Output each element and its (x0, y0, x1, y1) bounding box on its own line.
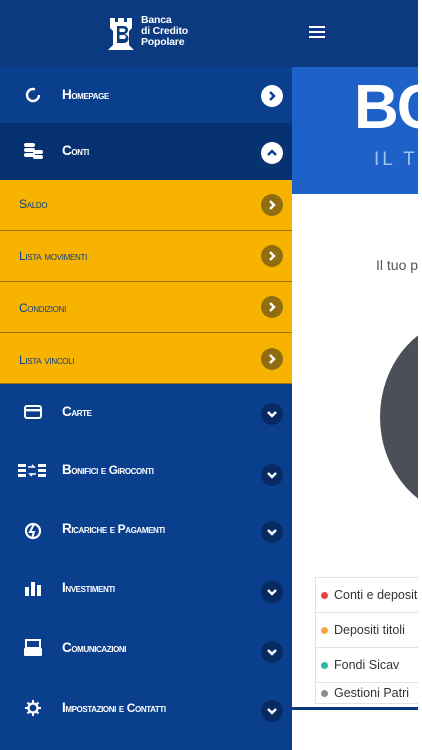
menu-item-homepage[interactable]: Homepage (0, 67, 292, 123)
chevron-down-icon[interactable] (261, 581, 283, 603)
bar-chart-icon (25, 582, 41, 596)
submenu-item-label: Saldo (19, 197, 48, 211)
portfolio-legend: Conti e deposit Depositi titoli Fondi Si… (315, 577, 418, 704)
legend-dot (321, 662, 328, 670)
menu-item-ricariche[interactable]: Ricariche e Pagamenti (0, 502, 292, 561)
menu-item-label: Ricariche e Pagamenti (62, 521, 165, 536)
menu-item-investimenti[interactable]: Investimenti (0, 561, 292, 620)
menu-item-label: Carte (62, 404, 92, 419)
chevron-down-icon[interactable] (261, 464, 283, 486)
top-bar: Banca di Credito Popolare (0, 0, 418, 67)
recharge-icon (24, 522, 42, 540)
portfolio-intro: Il tuo p (376, 257, 418, 273)
bank-name: Banca di Credito Popolare (141, 15, 188, 48)
chevron-right-icon[interactable] (261, 348, 283, 370)
chevron-down-icon[interactable] (261, 403, 283, 425)
bank-name-line: Popolare (141, 36, 185, 48)
portfolio-donut-chart (380, 317, 418, 517)
chevron-down-icon[interactable] (261, 641, 283, 663)
castle-logo-icon (108, 18, 134, 50)
menu-item-label: Bonifici e Giroconti (62, 462, 154, 477)
menu-item-impostazioni[interactable]: Impostazioni e Contatti (0, 679, 292, 738)
submenu-item-lista-movimenti[interactable]: Lista movimenti (0, 231, 292, 282)
legend-label: Gestioni Patri (334, 686, 410, 700)
content-bottom-border (292, 707, 418, 710)
legend-dot (321, 592, 328, 600)
menu-item-label: Conti (62, 143, 89, 158)
main-content: BC IL TU Il tuo p Conti e deposit Deposi… (292, 67, 418, 707)
chevron-right-icon[interactable] (261, 245, 283, 267)
hero-banner: BC IL TU (292, 67, 418, 194)
chevron-right-icon[interactable] (261, 194, 283, 216)
legend-dot (321, 627, 328, 635)
submenu-item-condizioni[interactable]: Condizioni (0, 282, 292, 333)
side-menu: Homepage Conti Saldo Lista movimenti Con… (0, 67, 292, 750)
submenu-item-label: Lista movimenti (19, 249, 88, 263)
menu-item-bonifici[interactable]: Bonifici e Giroconti (0, 443, 292, 502)
chevron-down-icon[interactable] (261, 700, 283, 722)
legend-label: Conti e deposit (334, 588, 418, 602)
legend-dot (321, 690, 328, 698)
bank-logo[interactable]: Banca di Credito Popolare (104, 14, 214, 56)
hero-title: BC (354, 73, 418, 142)
chevron-right-icon[interactable] (261, 296, 283, 318)
legend-item: Conti e deposit (315, 578, 418, 613)
chevron-down-icon[interactable] (261, 521, 283, 543)
menu-item-comunicazioni[interactable]: Comunicazioni (0, 620, 292, 679)
submenu-item-label: Lista vincoli (19, 353, 75, 367)
menu-item-label: Homepage (62, 87, 109, 102)
gear-icon (25, 700, 41, 716)
hero-subtitle: IL TU (374, 149, 418, 170)
app-frame: BC IL TU Il tuo p Conti e deposit Deposi… (0, 0, 422, 750)
legend-item: Fondi Sicav (315, 648, 418, 683)
hamburger-menu-icon[interactable] (309, 26, 325, 38)
legend-label: Fondi Sicav (334, 658, 400, 672)
menu-item-conti[interactable]: Conti (0, 123, 292, 180)
menu-item-carte[interactable]: Carte (0, 384, 292, 443)
submenu-item-lista-vincoli[interactable]: Lista vincoli (0, 333, 292, 384)
legend-item: Depositi titoli (315, 613, 418, 648)
legend-item: Gestioni Patri (315, 683, 418, 704)
menu-item-label: Impostazioni e Contatti (62, 700, 166, 715)
card-icon (24, 405, 42, 419)
chevron-up-icon[interactable] (261, 142, 283, 164)
refresh-icon (25, 87, 41, 103)
submenu-item-saldo[interactable]: Saldo (0, 180, 292, 231)
legend-label: Depositi titoli (334, 623, 405, 637)
chevron-right-icon[interactable] (261, 85, 283, 107)
coins-icon (24, 143, 43, 159)
transfer-icon (18, 464, 46, 477)
submenu-item-label: Condizioni (19, 301, 66, 315)
menu-item-label: Comunicazioni (62, 640, 127, 655)
menu-item-label: Investimenti (62, 580, 115, 595)
printer-icon (24, 639, 42, 656)
